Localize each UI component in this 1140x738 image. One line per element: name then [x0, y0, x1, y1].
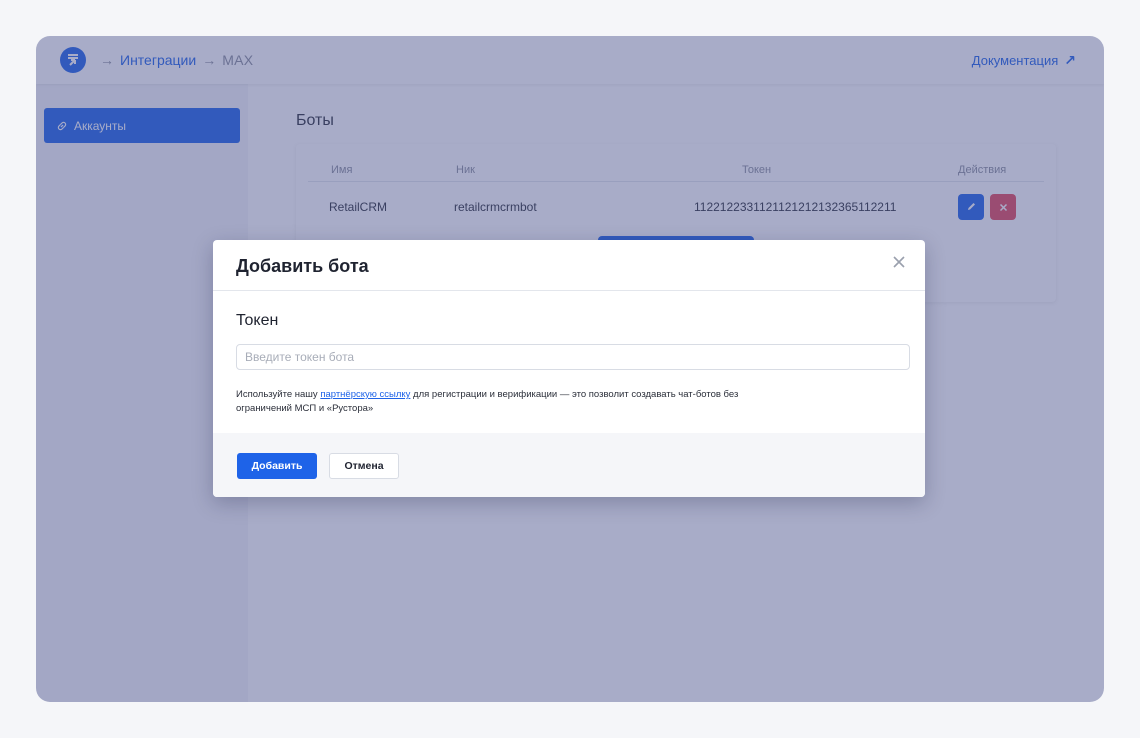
add-button[interactable]: Добавить	[237, 453, 317, 479]
cancel-button[interactable]: Отмена	[329, 453, 399, 479]
token-field-label: Токен	[236, 312, 279, 329]
token-input[interactable]	[236, 344, 910, 370]
dialog-footer: Добавить Отмена	[213, 433, 925, 497]
partner-hint: Используйте нашу партнёрскую ссылку для …	[236, 388, 796, 416]
dialog-header: Добавить бота	[213, 240, 925, 291]
partner-link[interactable]: партнёрскую ссылку	[320, 389, 410, 400]
dialog-title: Добавить бота	[236, 256, 369, 276]
close-dialog-button[interactable]	[889, 254, 909, 274]
add-bot-dialog: Добавить бота Токен Используйте нашу пар…	[213, 240, 925, 497]
hint-text-before: Используйте нашу	[236, 389, 321, 400]
close-icon	[893, 255, 905, 273]
